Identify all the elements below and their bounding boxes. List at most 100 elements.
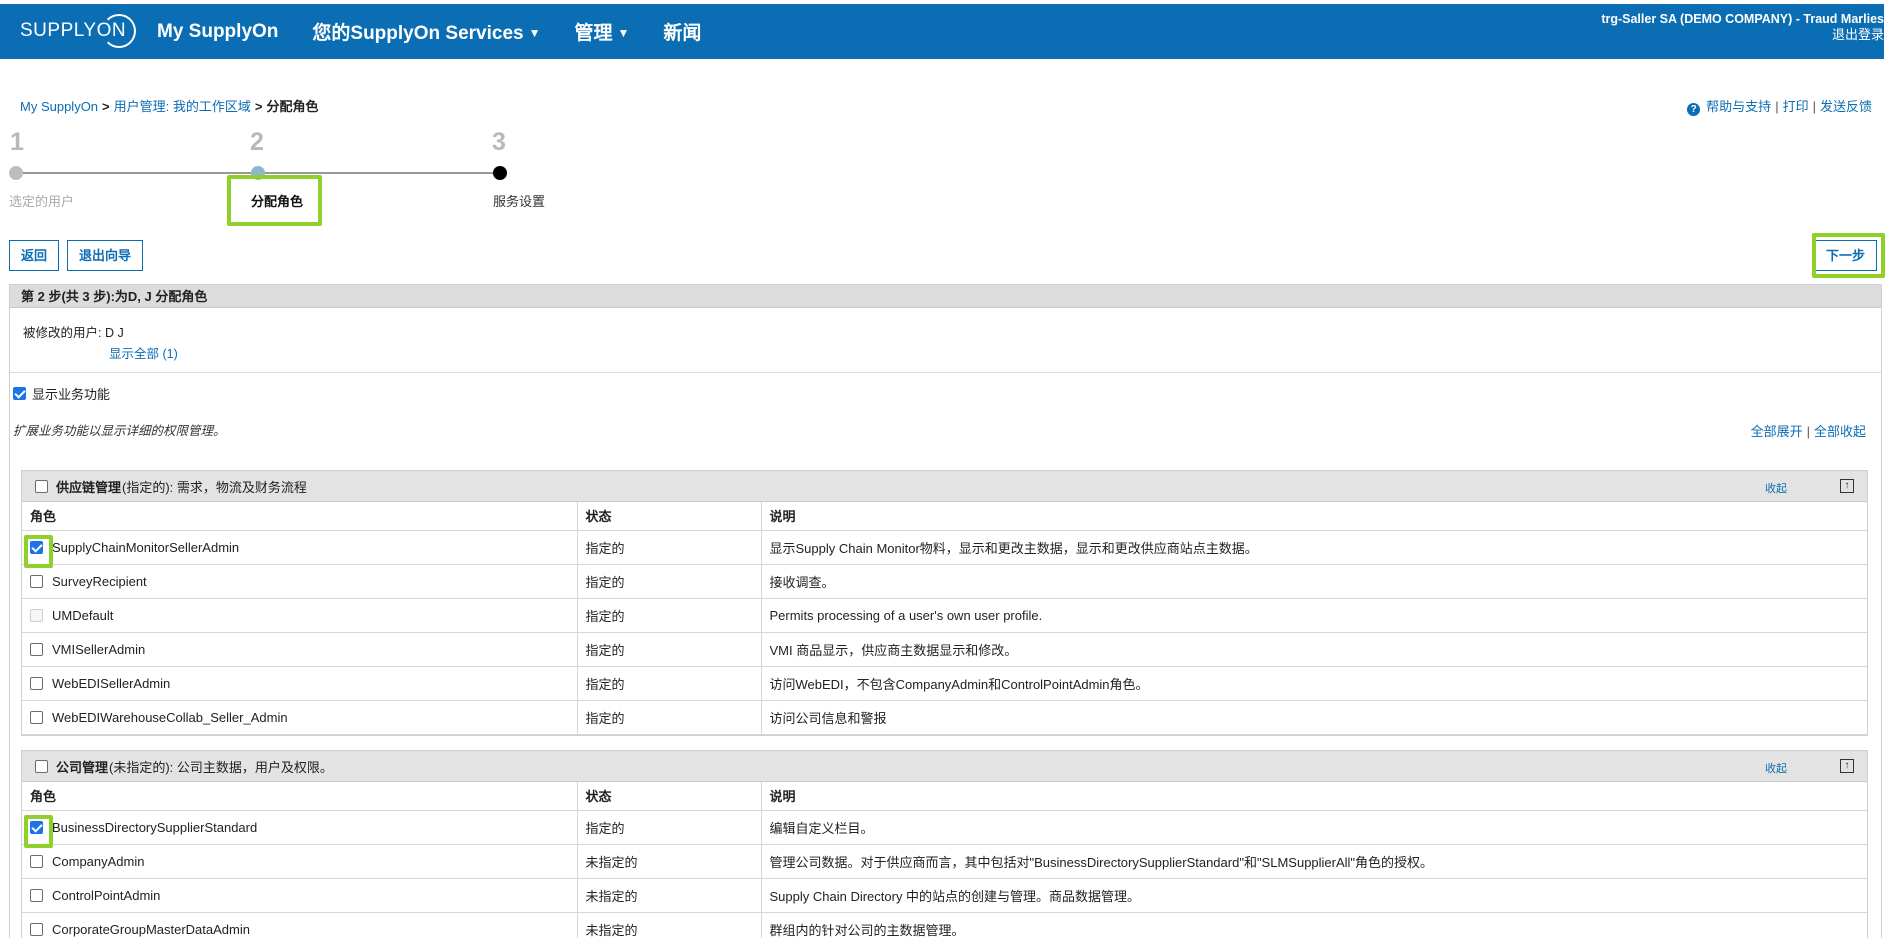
caret-down-icon: ▼ <box>528 26 541 40</box>
arrow-up-to-top-icon[interactable]: ↑ <box>1840 759 1854 773</box>
nav-item-1[interactable]: 您的SupplyOn Services ▼ <box>312 18 540 45</box>
show-business-functions[interactable]: 显示业务功能 <box>13 384 110 403</box>
table-row: VMISellerAdmin 指定的 VMI 商品显示，供应商主数据显示和修改。 <box>22 632 1867 667</box>
description-cell: 管理公司数据。对于供应商而言，其中包括对"BusinessDirectorySu… <box>761 844 1867 879</box>
status-cell: 指定的 <box>577 632 762 667</box>
group-collapse-link[interactable]: 收起 <box>1765 480 1787 496</box>
business-functions-note: 扩展业务功能以显示详细的权限管理。 <box>13 424 226 438</box>
role-cell: ControlPointAdmin <box>22 878 578 913</box>
role-name: VMISellerAdmin <box>52 641 146 657</box>
role-name: CorporateGroupMasterDataAdmin <box>52 921 250 937</box>
role-name: SupplyChainMonitorSellerAdmin <box>52 539 240 555</box>
table-row: WebEDIWarehouseCollab_Seller_Admin 指定的 访问公… <box>22 700 1867 735</box>
description-cell: Supply Chain Directory 中的站点的创建与管理。商品数据管理… <box>761 878 1867 913</box>
group-select-checkbox[interactable] <box>35 479 48 493</box>
description-cell: Permits processing of a user's own user … <box>761 598 1867 633</box>
role-checkbox[interactable] <box>30 642 43 656</box>
show-business-functions-checkbox[interactable] <box>13 387 26 400</box>
description-cell: 编辑自定义栏目。 <box>761 810 1867 845</box>
logout-link[interactable]: 退出登录 <box>1601 27 1884 43</box>
role-name: WebEDISellerAdmin <box>52 675 171 691</box>
nav-item-2[interactable]: 管理 ▼ <box>574 18 629 45</box>
top-navigation-bar: SUPPLYON My SupplyOn 您的SupplyOn Services ▼… <box>0 4 1884 59</box>
description-cell: 访问公司信息和警报 <box>761 700 1867 735</box>
nav-item-0[interactable]: My SupplyOn <box>157 21 278 43</box>
description-cell: 访问WebEDI，不包含CompanyAdmin和ControlPointAdm… <box>761 666 1867 701</box>
role-cell: SurveyRecipient <box>22 564 578 599</box>
column-header-status: 状态 <box>577 502 762 531</box>
step-3-number: 3 <box>492 128 506 156</box>
breadcrumb-user-management[interactable]: 用户管理: 我的工作区域 <box>114 99 251 114</box>
highlight-next-button <box>1812 233 1885 278</box>
breadcrumb: My SupplyOn > 用户管理: 我的工作区域 > 分配角色 <box>20 96 318 115</box>
column-header-description: 说明 <box>761 502 1867 531</box>
table-header-row: 角色 状态 说明 <box>22 502 1867 531</box>
role-checkbox[interactable] <box>30 676 43 690</box>
collapse-all-link[interactable]: 全部收起 <box>1814 424 1866 439</box>
panel-title: 第 2 步(共 3 步):为D, J 分配角色 <box>10 285 1881 308</box>
group-collapse-link[interactable]: 收起 <box>1765 760 1787 776</box>
role-cell: UMDefault <box>22 598 578 633</box>
group-title: 公司管理 <box>56 759 109 775</box>
breadcrumb-separator: > <box>254 99 263 114</box>
page-root: SUPPLYON My SupplyOn 您的SupplyOn Services ▼… <box>0 0 1898 938</box>
role-cell: CompanyAdmin <box>22 844 578 879</box>
role-checkbox[interactable] <box>30 922 43 936</box>
status-cell: 指定的 <box>577 530 762 565</box>
step-3-label: 服务设置 <box>493 194 546 209</box>
nav-item-label: 新闻 <box>663 23 702 44</box>
status-cell: 指定的 <box>577 810 762 845</box>
role-name: WebEDIWarehouseCollab_Seller_Admin <box>52 709 288 725</box>
role-group-1: 公司管理 (未指定的): 公司主数据，用户及权限。 收起 ↑ 角色 状态 说明 Busines… <box>21 750 1868 938</box>
send-feedback-link[interactable]: 发送反馈 <box>1820 99 1872 114</box>
table-row: SurveyRecipient 指定的 接收调查。 <box>22 564 1867 599</box>
nav-item-label: 您的SupplyOn Services <box>312 23 524 44</box>
expand-separator: | <box>1806 424 1810 439</box>
nav-item-label: My SupplyOn <box>157 20 279 42</box>
modified-users-section: 被修改的用户: D J 显示全部 (1) <box>10 308 1881 373</box>
step-1-label: 选定的用户 <box>9 194 75 209</box>
role-group-0: 供应链管理 (指定的): 需求，物流及财务流程 收起 ↑ 角色 状态 说明 SupplyCha… <box>21 470 1868 736</box>
status-cell: 未指定的 <box>577 912 762 938</box>
breadcrumb-my-supplyon[interactable]: My SupplyOn <box>20 99 98 114</box>
back-button[interactable]: 返回 <box>9 240 60 271</box>
arrow-up-to-top-icon[interactable]: ↑ <box>1840 479 1854 493</box>
table-row: UMDefault 指定的 Permits processing of a user… <box>22 598 1867 633</box>
status-cell: 未指定的 <box>577 878 762 913</box>
highlight-checkbox-supplychainmonitor <box>24 535 53 568</box>
table-row: CompanyAdmin 未指定的 管理公司数据。对于供应商而言，其中包括对"Bus… <box>22 844 1867 879</box>
exit-wizard-button[interactable]: 退出向导 <box>67 240 144 271</box>
role-checkbox[interactable] <box>30 854 43 868</box>
stepper-line <box>258 172 500 174</box>
description-cell: 显示Supply Chain Monitor物料，显示和更改主数据，显示和更改供… <box>761 530 1867 565</box>
role-cell: VMISellerAdmin <box>22 632 578 667</box>
status-cell: 指定的 <box>577 564 762 599</box>
table-row: WebEDISellerAdmin 指定的 访问WebEDI，不包含CompanyA… <box>22 666 1867 701</box>
help-support-link[interactable]: 帮助与支持 <box>1706 99 1771 114</box>
description-cell: VMI 商品显示，供应商主数据显示和修改。 <box>761 632 1867 667</box>
role-checkbox[interactable] <box>30 888 43 902</box>
group-subtitle: (指定的): 需求，物流及财务流程 <box>122 479 307 495</box>
help-links: ? 帮助与支持 | 打印 | 发送反馈 <box>1687 96 1872 116</box>
nav-item-3[interactable]: 新闻 <box>663 18 701 45</box>
role-cell: BusinessDirectorySupplierStandard <box>22 810 578 845</box>
modified-user-label: 被修改的用户: D J <box>23 326 124 340</box>
print-link[interactable]: 打印 <box>1783 99 1809 114</box>
highlight-checkbox-businessdirectory <box>24 815 53 848</box>
role-cell: CorporateGroupMasterDataAdmin <box>22 912 578 938</box>
expand-all-link[interactable]: 全部展开 <box>1751 424 1803 439</box>
group-select-checkbox[interactable] <box>35 759 48 773</box>
status-cell: 未指定的 <box>577 844 762 879</box>
role-checkbox[interactable] <box>30 710 43 724</box>
role-checkbox[interactable] <box>30 574 43 588</box>
supplyon-logo[interactable]: SUPPLYON <box>20 14 137 48</box>
role-name: SurveyRecipient <box>52 573 147 589</box>
role-checkbox <box>30 608 43 622</box>
help-separator: | <box>1812 99 1816 114</box>
role-group-header: 供应链管理 (指定的): 需求，物流及财务流程 收起 ↑ <box>22 471 1867 502</box>
table-row: ControlPointAdmin 未指定的 Supply Chain Direct… <box>22 878 1867 913</box>
role-cell: WebEDIWarehouseCollab_Seller_Admin <box>22 700 578 735</box>
status-cell: 指定的 <box>577 666 762 701</box>
show-all-link[interactable]: 显示全部 (1) <box>109 343 178 362</box>
role-group-header: 公司管理 (未指定的): 公司主数据，用户及权限。 收起 ↑ <box>22 751 1867 782</box>
